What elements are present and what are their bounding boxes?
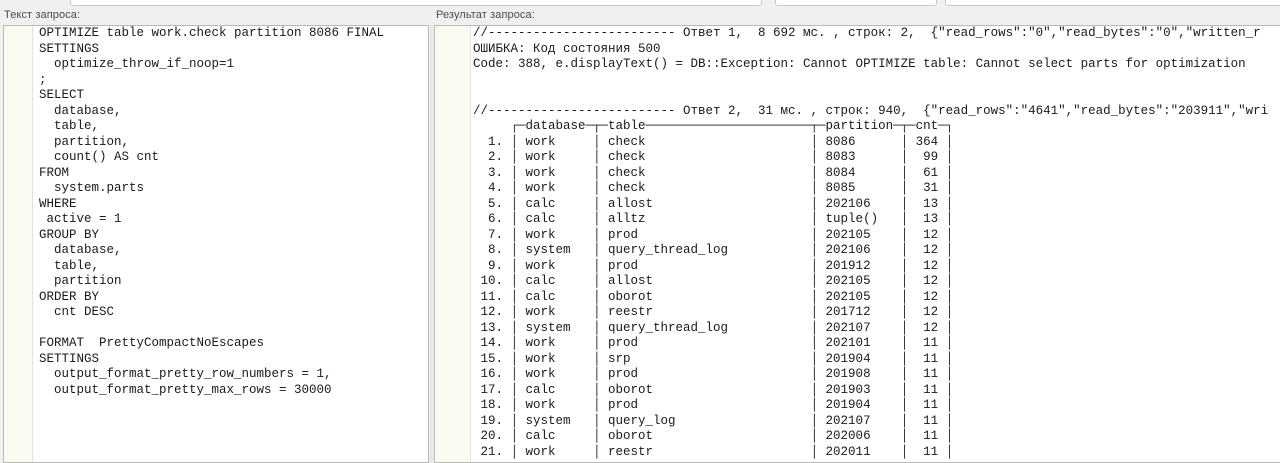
result-line: 5. │ calc │ allost │ 202106 │ 13 │ (473, 196, 954, 211)
query-line: ORDER BY (39, 289, 100, 304)
query-line (39, 321, 384, 337)
query-line: table, (39, 119, 100, 133)
result-line: 12. │ work │ reestr │ 201712 │ 12 │ (473, 305, 954, 319)
query-line: SETTINGS (39, 41, 100, 56)
query-line: output_format_pretty_max_rows = 30000 (39, 382, 332, 397)
result-line: //------------------------- Ответ 2, 31 … (473, 103, 1269, 118)
query-line: partition, (39, 134, 130, 149)
query-text-label: Текст запроса: (4, 9, 81, 21)
query-line: active = 1 (39, 212, 122, 226)
result-line: 8. │ system │ query_thread_log │ 202106 … (473, 243, 954, 257)
result-line: 20. │ calc │ oborot │ 202006 │ 11 │ (473, 429, 954, 443)
result-gutter (435, 26, 471, 462)
query-line: OPTIMIZE table work.check partition 8086… (39, 26, 385, 40)
result-line: 4. │ work │ check │ 8085 │ 31 │ (473, 181, 954, 195)
query-line: SETTINGS (39, 351, 100, 366)
query-line: SELECT (39, 88, 85, 102)
query-code[interactable]: OPTIMIZE table work.check partition 8086… (39, 26, 384, 398)
top-field-right[interactable] (945, 0, 1280, 6)
result-line: 13. │ system │ query_thread_log │ 202107… (473, 320, 954, 335)
result-line: 3. │ work │ check │ 8084 │ 61 │ (473, 165, 954, 180)
query-line: cnt DESC (39, 305, 115, 319)
query-line: FORMAT PrettyCompactNoEscapes (39, 336, 265, 350)
result-line: 11. │ calc │ oborot │ 202105 │ 12 │ (473, 289, 954, 304)
result-line: 17. │ calc │ oborot │ 201903 │ 11 │ (473, 382, 954, 397)
result-line: 9. │ work │ prod │ 201912 │ 12 │ (473, 258, 954, 273)
result-line: 19. │ system │ query_log │ 202107 │ 11 │ (473, 413, 954, 428)
query-line: database, (39, 243, 122, 257)
result-line: ОШИБКА: Код состояния 500 (473, 41, 661, 56)
result-line: 2. │ work │ check │ 8083 │ 99 │ (473, 150, 954, 164)
result-line: 16. │ work │ prod │ 201908 │ 11 │ (473, 367, 954, 381)
query-line: partition (39, 274, 122, 288)
result-output: //------------------------- Ответ 1, 8 6… (473, 26, 1268, 460)
result-line: 21. │ work │ reestr │ 202011 │ 11 │ (473, 444, 954, 459)
editor-gutter (4, 26, 33, 462)
query-editor[interactable]: OPTIMIZE table work.check partition 8086… (3, 25, 429, 463)
query-line: FROM (39, 165, 70, 180)
query-result-pane[interactable]: //------------------------- Ответ 1, 8 6… (434, 25, 1280, 463)
result-line: 10. │ calc │ allost │ 202105 │ 12 │ (473, 274, 954, 288)
top-field-middle[interactable] (775, 0, 937, 6)
result-line: 1. │ work │ check │ 8086 │ 364 │ (473, 134, 954, 149)
query-line: table, (39, 258, 100, 273)
query-line: database, (39, 103, 122, 118)
result-line: //------------------------- Ответ 1, 8 6… (473, 26, 1261, 40)
result-line: 18. │ work │ prod │ 201904 │ 11 │ (473, 398, 954, 412)
query-line: optimize_throw_if_noop=1 (39, 57, 235, 71)
query-line: WHERE (39, 196, 77, 211)
query-line: ; (39, 72, 47, 87)
result-line: 15. │ work │ srp │ 201904 │ 11 │ (473, 351, 954, 366)
top-field-left[interactable] (70, 0, 762, 6)
result-line: ┌─database─┬─table──────────────────────… (473, 119, 954, 133)
result-line (473, 88, 1268, 104)
query-line: count() AS cnt (39, 150, 160, 164)
result-line: Code: 388, e.displayText() = DB::Excepti… (473, 57, 1246, 71)
result-line: 14. │ work │ prod │ 202101 │ 11 │ (473, 336, 954, 350)
query-result-label: Результат запроса: (436, 9, 535, 21)
query-line: GROUP BY (39, 227, 100, 242)
result-line: 7. │ work │ prod │ 202105 │ 12 │ (473, 227, 954, 242)
pane-splitter[interactable] (430, 25, 433, 463)
result-line: 6. │ calc │ alltz │ tuple() │ 13 │ (473, 212, 954, 226)
query-line: output_format_pretty_row_numbers = 1, (39, 367, 332, 381)
result-line (473, 73, 1268, 89)
query-line: system.parts (39, 181, 145, 195)
